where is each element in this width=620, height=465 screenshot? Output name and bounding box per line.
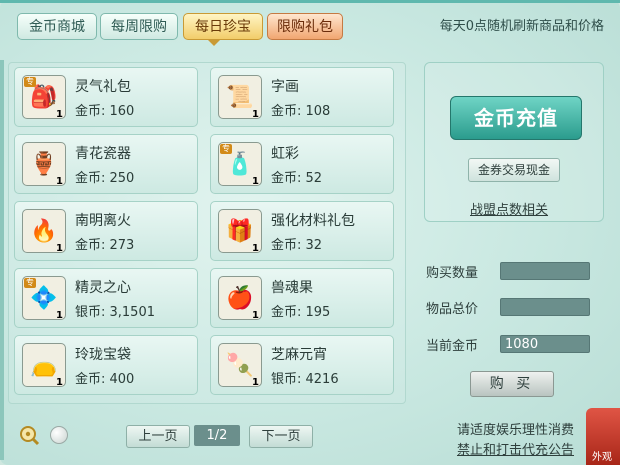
total-price-label: 物品总价: [426, 302, 479, 317]
spirit-heart-icon: 💠 专 1: [22, 276, 66, 321]
fire-ring-icon: 🔥 1: [22, 209, 66, 254]
item-price: 金币: 400: [75, 372, 135, 387]
next-page-button[interactable]: 下一页: [249, 425, 313, 448]
item-name: 精灵之心: [75, 280, 131, 296]
item-name: 芝麻元宵: [271, 347, 327, 363]
tab-daily-treasure[interactable]: 每日珍宝: [183, 13, 263, 40]
tab-limited-pack[interactable]: 限购礼包: [267, 13, 343, 40]
item-card[interactable]: 🎒 专 1 灵气礼包金币: 160: [14, 67, 198, 127]
exchange-button[interactable]: 金券交易现金: [468, 158, 560, 182]
exclusive-tag: 专: [24, 278, 36, 288]
item-quantity: 1: [56, 377, 63, 388]
magnifier-icon[interactable]: [18, 424, 40, 446]
item-card[interactable]: 🍎 1 兽魂果金币: 195: [210, 268, 394, 328]
item-price: 金币: 108: [271, 104, 331, 119]
recharge-button[interactable]: 金币充值: [450, 96, 582, 140]
exclusive-tag: 专: [24, 77, 36, 87]
item-card[interactable]: 👝 1 玲珑宝袋金币: 400: [14, 335, 198, 395]
item-card[interactable]: 📜 1 字画金币: 108: [210, 67, 394, 127]
item-name: 青花瓷器: [75, 146, 131, 162]
item-quantity: 1: [252, 109, 259, 120]
item-card[interactable]: 🔥 1 南明离火金币: 273: [14, 201, 198, 261]
prev-page-button[interactable]: 上一页: [126, 425, 190, 448]
item-card[interactable]: 🍡 1 芝麻元宵银币: 4216: [210, 335, 394, 395]
total-price-field: [500, 298, 590, 316]
item-quantity: 1: [252, 377, 259, 388]
page-indicator: 1/2: [194, 425, 240, 446]
left-border: [0, 60, 4, 460]
item-card[interactable]: 🎁 1 强化材料礼包 金币: 32: [210, 201, 394, 261]
item-glyph: 🍎: [226, 285, 254, 311]
exclusive-tag: 专: [220, 144, 232, 154]
item-glyph: 🍡: [226, 352, 254, 378]
appearance-label: 外观: [592, 452, 612, 463]
item-price: 金币: 250: [75, 171, 135, 186]
item-card[interactable]: 💠 专 1 精灵之心银币: 3,1501: [14, 268, 198, 328]
item-glyph: 💠: [30, 285, 58, 311]
item-quantity: 1: [56, 310, 63, 321]
item-price: 金币: 195: [271, 305, 331, 320]
item-quantity: 1: [56, 243, 63, 254]
item-quantity: 1: [56, 109, 63, 120]
item-name: 强化材料礼包: [271, 213, 355, 229]
item-card[interactable]: 🧴 专 1 虹彩金币: 52: [210, 134, 394, 194]
top-border: [0, 0, 620, 3]
item-price: 金币: 273: [75, 238, 135, 253]
item-quantity: 1: [252, 243, 259, 254]
current-gold-field: 1080: [500, 335, 590, 353]
item-price: 金币: 52: [271, 171, 323, 186]
beast-fruit-icon: 🍎 1: [218, 276, 262, 321]
recharge-frame: [424, 62, 604, 222]
item-name: 南明离火: [75, 213, 131, 229]
tab-weekly-limit[interactable]: 每周限购: [100, 13, 178, 40]
item-price: 金币: 160: [75, 104, 135, 119]
buy-button[interactable]: 购 买: [470, 371, 554, 397]
consumption-notice: 请适度娱乐理性消费: [456, 423, 574, 438]
gift-bag-icon: 🎒 专 1: [22, 75, 66, 120]
round-button[interactable]: [50, 426, 68, 444]
anti-proxy-notice-link[interactable]: 禁止和打击代充公告: [457, 439, 574, 458]
current-gold-label: 当前金币: [426, 339, 479, 354]
item-name: 虹彩: [271, 146, 299, 162]
porcelain-vase-icon: 🏺 1: [22, 142, 66, 187]
item-glyph: 👝: [30, 352, 58, 378]
tab-gold-mall[interactable]: 金币商城: [17, 13, 97, 40]
item-name: 字画: [271, 79, 299, 95]
alliance-points-link[interactable]: 战盟点数相关: [470, 199, 548, 218]
item-name: 玲珑宝袋: [75, 347, 131, 363]
item-quantity: 1: [56, 176, 63, 187]
rainbow-bottle-icon: 🧴 专 1: [218, 142, 262, 187]
item-glyph: 🎁: [226, 218, 254, 244]
treasure-bag-icon: 👝 1: [22, 343, 66, 388]
item-glyph: 🎒: [30, 84, 58, 110]
item-glyph: 🧴: [226, 151, 254, 177]
item-glyph: 🔥: [30, 218, 58, 244]
item-card[interactable]: 🏺 1 青花瓷器金币: 250: [14, 134, 198, 194]
active-tab-pointer: [208, 40, 220, 46]
item-quantity: 1: [252, 310, 259, 321]
quantity-field[interactable]: [500, 262, 590, 280]
quantity-label: 购买数量: [426, 266, 479, 281]
material-bag-icon: 🎁 1: [218, 209, 262, 254]
scroll-icon: 📜 1: [218, 75, 262, 120]
item-quantity: 1: [252, 176, 259, 187]
item-glyph: 📜: [226, 84, 254, 110]
item-price: 银币: 4216: [271, 372, 339, 387]
rice-balls-icon: 🍡 1: [218, 343, 262, 388]
item-price: 金币: 32: [271, 238, 323, 253]
item-glyph: 🏺: [30, 151, 58, 177]
refresh-note: 每天0点随机刷新商品和价格: [439, 19, 604, 34]
item-name: 兽魂果: [271, 280, 313, 296]
item-name: 灵气礼包: [75, 79, 131, 95]
item-price: 银币: 3,1501: [75, 305, 155, 320]
